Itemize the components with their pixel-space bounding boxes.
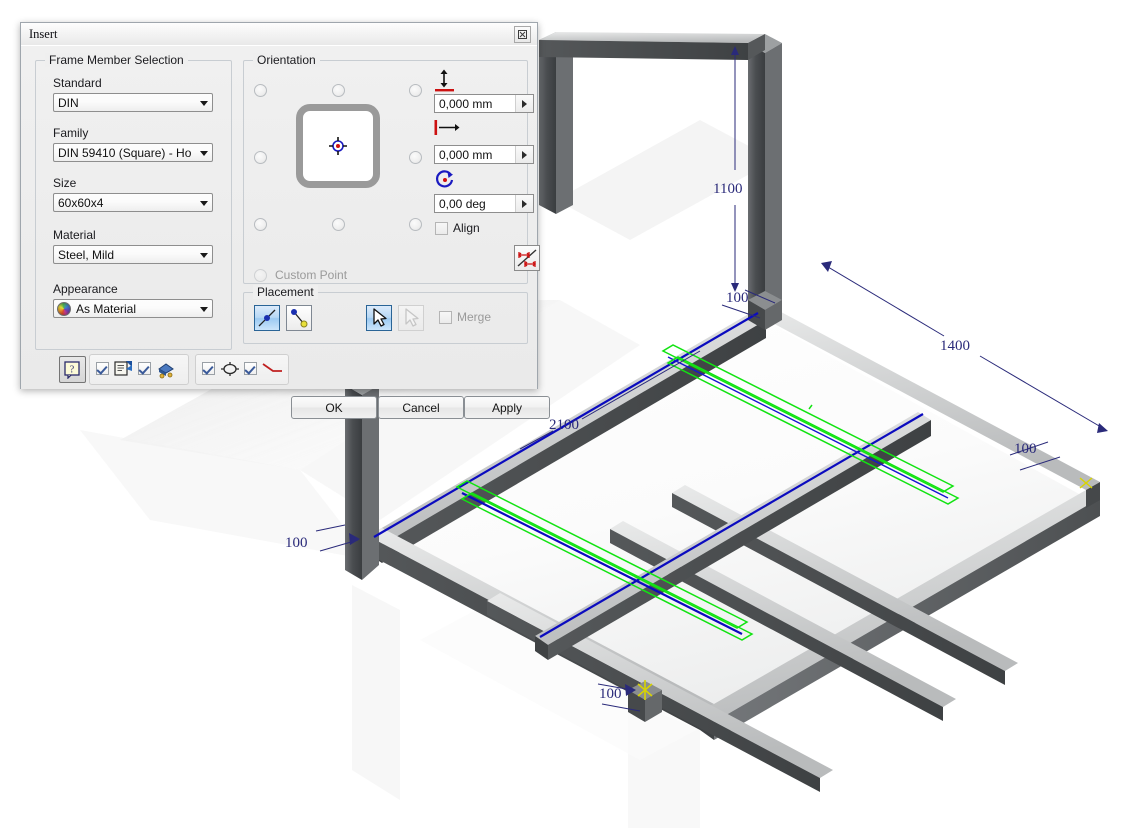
snap-center-glyph (221, 362, 239, 376)
rotation-angle-input[interactable]: 0,00 deg (434, 194, 534, 213)
cancel-button[interactable]: Cancel (378, 396, 464, 419)
properties-note-checkbox[interactable] (96, 362, 109, 375)
miter-angle-icon[interactable] (261, 359, 282, 379)
align-label: Align (453, 221, 480, 235)
horizontal-offset-spinner[interactable] (515, 146, 533, 163)
horizontal-offset-value: 0,000 mm (439, 148, 493, 162)
dialog-body: Frame Member Selection Standard DIN Fami… (21, 45, 550, 419)
center-anchor-target-icon[interactable] (329, 137, 347, 155)
custom-point-label: Custom Point (275, 268, 348, 282)
properties-note-glyph (114, 361, 132, 376)
dimension-label: 100 (726, 290, 749, 306)
dimension-label: 1400 (940, 338, 970, 354)
frame-member-selection-group: Frame Member Selection Standard DIN Fami… (35, 53, 232, 350)
apply-button[interactable]: Apply (464, 396, 550, 419)
placement-label: Placement (253, 285, 318, 299)
cursor-arrow-icon (405, 308, 419, 327)
mirror-glyph (517, 249, 537, 267)
standard-dropdown[interactable]: DIN (53, 93, 213, 112)
anchor-bottom-right-radio[interactable] (409, 218, 422, 231)
preview-render-glyph (158, 363, 174, 379)
miter-angle-glyph (262, 363, 282, 372)
dimension-label: 100 (285, 535, 308, 551)
rotation-angle-icon (435, 170, 454, 188)
insert-between-points-button[interactable] (286, 305, 312, 331)
vertical-offset-value: 0,000 mm (439, 97, 493, 111)
size-value: 60x60x4 (58, 196, 104, 210)
help-glyph: ? (63, 360, 80, 379)
dialog-title-bar: Insert (21, 23, 537, 46)
miter-angle-checkbox[interactable] (244, 362, 257, 375)
preview-render-checkbox[interactable] (138, 362, 151, 375)
application-window: 1100 100 1400 100 2100 100 100 Insert Fr… (0, 0, 1131, 831)
placement-group: Placement Merge (243, 285, 528, 344)
ok-button[interactable]: OK (291, 396, 377, 419)
help-question-icon[interactable]: ? (59, 356, 86, 383)
horizontal-offset-icon (434, 120, 460, 135)
material-dropdown[interactable]: Steel, Mild (53, 245, 213, 264)
material-value: Steel, Mild (58, 248, 115, 262)
align-checkbox[interactable] (435, 222, 448, 235)
preview-render-icon[interactable] (156, 359, 176, 379)
color-sphere-icon (57, 302, 71, 316)
family-value: DIN 59410 (Square) - Hot fc (58, 146, 191, 160)
select-points-cursor-button (398, 305, 424, 331)
material-label: Material (53, 228, 96, 242)
chevron-down-icon (200, 253, 208, 258)
dialog-bottom-bar: ? (21, 350, 537, 389)
anchor-bottom-left-radio[interactable] (254, 218, 267, 231)
rotation-angle-spinner[interactable] (515, 195, 533, 212)
dimension-label: 100 (599, 686, 622, 702)
appearance-dropdown[interactable]: As Material (53, 299, 213, 318)
size-dropdown[interactable]: 60x60x4 (53, 193, 213, 212)
snap-center-checkbox[interactable] (202, 362, 215, 375)
two-points-icon (291, 309, 308, 328)
anchor-bottom-center-radio[interactable] (332, 218, 345, 231)
anchor-middle-right-radio[interactable] (409, 151, 422, 164)
insert-frame-member-dialog: Insert Frame Member Selection Standard D… (20, 22, 550, 419)
family-label: Family (53, 126, 89, 140)
chevron-down-icon (200, 101, 208, 106)
frame-member-selection-label: Frame Member Selection (45, 53, 188, 67)
orientation-group: Orientation 0,000 mm 0,000 mm 0,00 deg A… (243, 53, 540, 284)
horizontal-offset-input[interactable]: 0,000 mm (434, 145, 534, 164)
rotation-angle-value: 0,00 deg (439, 197, 486, 211)
insert-on-edge-midpoint-button[interactable] (254, 305, 280, 331)
properties-note-icon[interactable] (114, 359, 134, 379)
anchor-middle-left-radio[interactable] (254, 151, 267, 164)
custom-point-radio[interactable] (254, 269, 267, 282)
anchor-top-right-radio[interactable] (409, 84, 422, 97)
expand-icon[interactable] (514, 26, 531, 43)
standard-label: Standard (53, 76, 102, 90)
mirror-flip-icon[interactable] (514, 245, 540, 271)
snap-center-icon[interactable] (220, 359, 240, 379)
cursor-arrow-icon (373, 308, 387, 327)
chevron-down-icon (200, 151, 208, 156)
expand-glyph (518, 30, 527, 39)
select-edges-cursor-button[interactable] (366, 305, 392, 331)
chevron-down-icon (200, 201, 208, 206)
svg-text:?: ? (69, 364, 74, 375)
toggle-group-1 (89, 354, 189, 385)
vertical-offset-icon (435, 69, 454, 92)
edge-midpoint-icon (258, 309, 276, 327)
standard-value: DIN (58, 96, 79, 110)
merge-checkbox[interactable] (439, 311, 452, 324)
dimension-label: 2100 (549, 417, 579, 433)
orientation-label: Orientation (253, 53, 320, 67)
merge-label: Merge (457, 310, 492, 324)
anchor-top-left-radio[interactable] (254, 84, 267, 97)
dialog-title: Insert (29, 27, 58, 41)
size-label: Size (53, 176, 77, 190)
dimension-label: 100 (1014, 441, 1037, 457)
family-dropdown[interactable]: DIN 59410 (Square) - Hot fc (53, 143, 213, 162)
appearance-label: Appearance (53, 282, 118, 296)
vertical-offset-spinner[interactable] (515, 95, 533, 112)
toggle-group-2 (195, 354, 289, 385)
vertical-offset-input[interactable]: 0,000 mm (434, 94, 534, 113)
appearance-value: As Material (76, 302, 137, 316)
anchor-top-center-radio[interactable] (332, 84, 345, 97)
dimension-label: 1100 (713, 181, 743, 197)
chevron-down-icon (200, 307, 208, 312)
